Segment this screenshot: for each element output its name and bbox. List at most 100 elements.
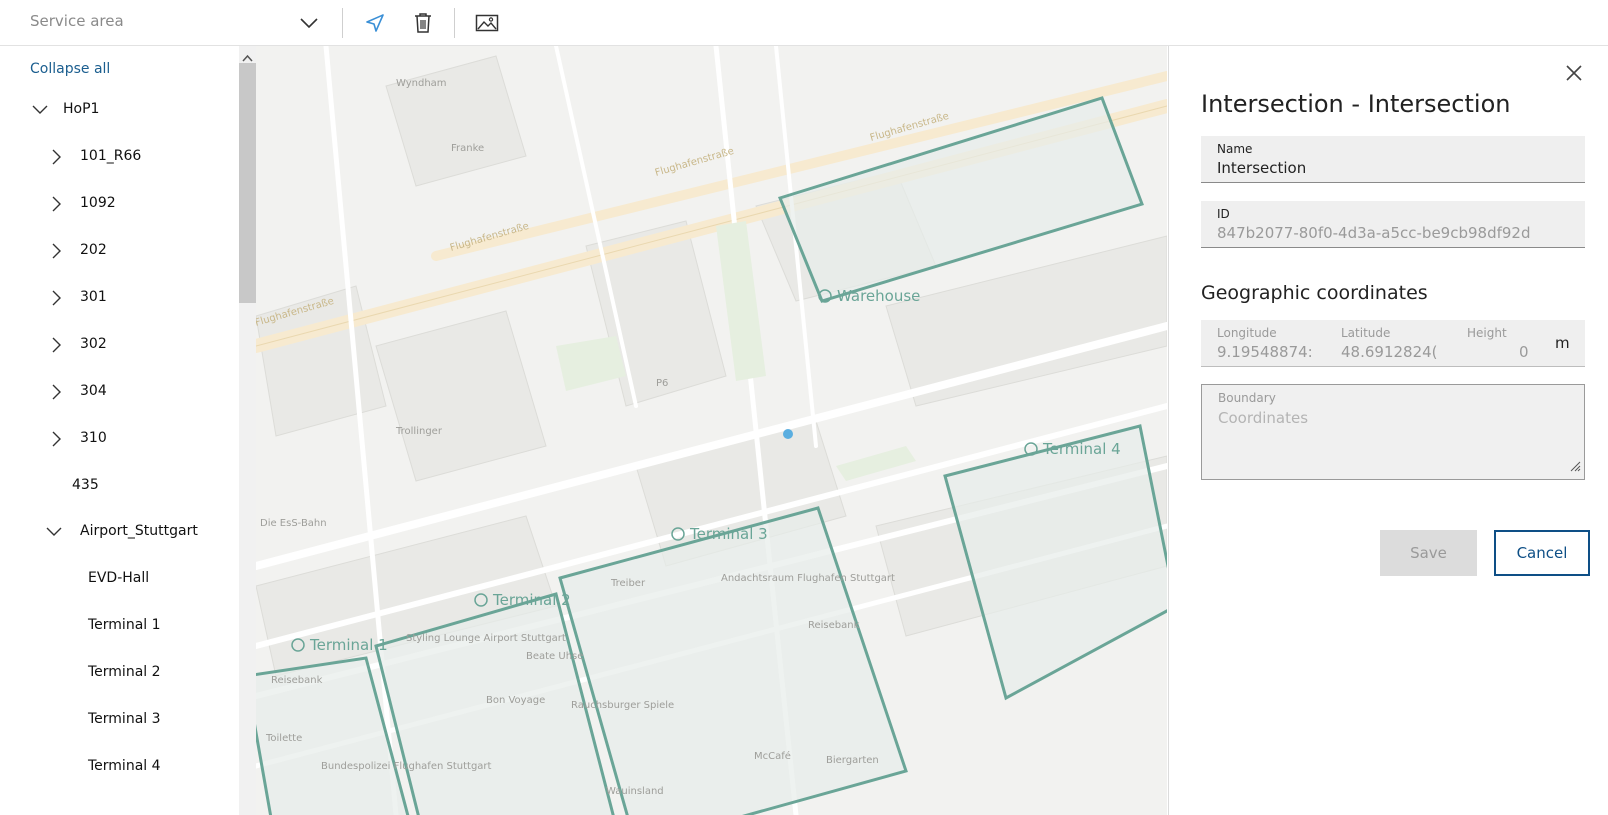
poi-label: Wauinsland [606, 786, 664, 797]
navigate-arrow-icon[interactable] [362, 10, 388, 36]
tree-item-304[interactable]: 304 [46, 380, 236, 402]
chevron-right-icon[interactable] [50, 242, 62, 267]
poi-label: Toilette [265, 733, 302, 744]
tree-item-label: Terminal 4 [88, 758, 161, 774]
panel-title: Intersection - Intersection [1201, 90, 1511, 118]
tree-item-label: 301 [80, 289, 107, 305]
map-view[interactable]: Warehouse Terminal 4 Terminal 3 Terminal… [256, 46, 1167, 815]
tree-item-302[interactable]: 302 [46, 333, 236, 355]
toolbar-divider [342, 8, 343, 38]
chevron-right-icon[interactable] [50, 336, 62, 361]
poi-label: Rauchsburger Spiele [571, 700, 674, 711]
sidebar-scrollbar[interactable] [239, 46, 256, 815]
location-marker[interactable] [783, 429, 793, 439]
details-panel: Intersection - Intersection Name Interse… [1168, 46, 1608, 815]
poi-label: McCafé [754, 750, 791, 762]
poi-label: Styling Lounge Airport Stuttgart [406, 633, 566, 644]
boundary-label: Boundary [1218, 391, 1276, 405]
chevron-right-icon[interactable] [50, 383, 62, 408]
latitude-field: Latitude 48.6912824( [1327, 320, 1439, 366]
area-label: Terminal 4 [1042, 440, 1121, 458]
tree-item-label: 302 [80, 336, 107, 352]
tree-item-label: Terminal 3 [88, 711, 161, 727]
chevron-right-icon[interactable] [50, 289, 62, 314]
id-value: 847b2077-80f0-4d3a-a5cc-be9cb98df92d [1217, 224, 1531, 242]
save-button[interactable]: Save [1380, 530, 1477, 576]
scrollbar-thumb[interactable] [239, 63, 256, 303]
tree-item-label: 202 [80, 242, 107, 258]
tree-item-label: HoP1 [63, 101, 100, 117]
name-value[interactable]: Intersection [1217, 159, 1306, 177]
area-label: Terminal 2 [492, 591, 571, 609]
service-area-placeholder: Service area [30, 12, 124, 30]
tree-item-101-r66[interactable]: 101_R66 [46, 145, 236, 167]
poi-label: Bon Voyage [486, 695, 545, 706]
poi-label: Wyndham [396, 78, 447, 89]
chevron-right-icon[interactable] [50, 195, 62, 220]
poi-label: Trollinger [395, 426, 443, 437]
id-field: ID 847b2077-80f0-4d3a-a5cc-be9cb98df92d [1201, 201, 1585, 248]
boundary-placeholder: Coordinates [1218, 409, 1309, 427]
poi-label: Biergarten [826, 755, 879, 766]
tree-item-label: 435 [72, 477, 99, 493]
poi-label: Beate Uhse [526, 651, 583, 662]
geo-heading: Geographic coordinates [1201, 282, 1428, 304]
trash-icon[interactable] [410, 10, 436, 36]
boundary-textarea: Boundary Coordinates [1201, 384, 1585, 480]
name-label: Name [1217, 142, 1253, 156]
height-unit: m [1555, 334, 1570, 352]
tree-item-label: EVD-Hall [88, 570, 150, 586]
poi-label: Reisebank [271, 675, 323, 686]
tree-item-terminal-3[interactable]: Terminal 3 [88, 708, 228, 730]
tree-item-301[interactable]: 301 [46, 286, 236, 308]
poi-label: Franke [451, 143, 484, 154]
collapse-all-link[interactable]: Collapse all [30, 61, 110, 77]
map-canvas[interactable]: Warehouse Terminal 4 Terminal 3 Terminal… [256, 46, 1167, 815]
longitude-label: Longitude [1217, 326, 1277, 340]
service-area-select[interactable]: Service area [0, 0, 340, 45]
toolbar-divider [454, 8, 455, 38]
poi-label: Bundespolizei Flughafen Stuttgart [321, 761, 492, 772]
tree-item-label: 1092 [80, 195, 116, 211]
longitude-value: 9.19548874: [1217, 343, 1313, 361]
id-label: ID [1217, 207, 1230, 221]
tree-item-terminal-2[interactable]: Terminal 2 [88, 661, 228, 683]
tree-item-terminal-1[interactable]: Terminal 1 [88, 614, 228, 636]
tree-item-label: 101_R66 [80, 148, 142, 164]
chevron-down-icon[interactable] [32, 101, 48, 123]
height-field: Height 0 [1453, 320, 1545, 366]
coordinates-row: Longitude 9.19548874: Latitude 48.691282… [1201, 320, 1585, 367]
tree-item-435[interactable]: 435 [72, 474, 232, 496]
poi-label: Die EsS-Bahn [260, 518, 327, 529]
cancel-button[interactable]: Cancel [1494, 530, 1590, 576]
chevron-down-icon[interactable] [46, 523, 62, 545]
area-label: Warehouse [837, 287, 920, 305]
poi-label: Reisebank [808, 620, 860, 631]
tree-item-label: Terminal 2 [88, 664, 161, 680]
tree-item-terminal-4[interactable]: Terminal 4 [88, 755, 228, 777]
area-label: Terminal 1 [309, 636, 388, 654]
close-icon[interactable] [1565, 64, 1583, 86]
chevron-down-icon[interactable] [300, 14, 318, 33]
tree-item-airport-stuttgart[interactable]: Airport_Stuttgart [46, 520, 236, 542]
tree-item-310[interactable]: 310 [46, 427, 236, 449]
toolbar: Service area [0, 0, 1608, 46]
tree-item-1092[interactable]: 1092 [46, 192, 236, 214]
resize-grip-icon[interactable] [1570, 457, 1581, 476]
image-icon[interactable] [474, 10, 500, 36]
name-field[interactable]: Name Intersection [1201, 136, 1585, 183]
tree-item-label: Terminal 1 [88, 617, 161, 633]
tree-item-label: 310 [80, 430, 107, 446]
chevron-right-icon[interactable] [50, 148, 62, 173]
height-value: 0 [1519, 343, 1529, 361]
tree-item-hop1[interactable]: HoP1 [30, 98, 230, 120]
tree-item-evd-hall[interactable]: EVD-Hall [88, 567, 228, 589]
tree-item-label: Airport_Stuttgart [80, 523, 198, 539]
area-label: Terminal 3 [689, 525, 768, 543]
chevron-right-icon[interactable] [50, 430, 62, 455]
tree-item-202[interactable]: 202 [46, 239, 236, 261]
poi-label: P6 [656, 378, 668, 389]
tree-item-label: 304 [80, 383, 107, 399]
poi-label: Treiber [610, 578, 646, 589]
latitude-value: 48.6912824( [1341, 343, 1438, 361]
